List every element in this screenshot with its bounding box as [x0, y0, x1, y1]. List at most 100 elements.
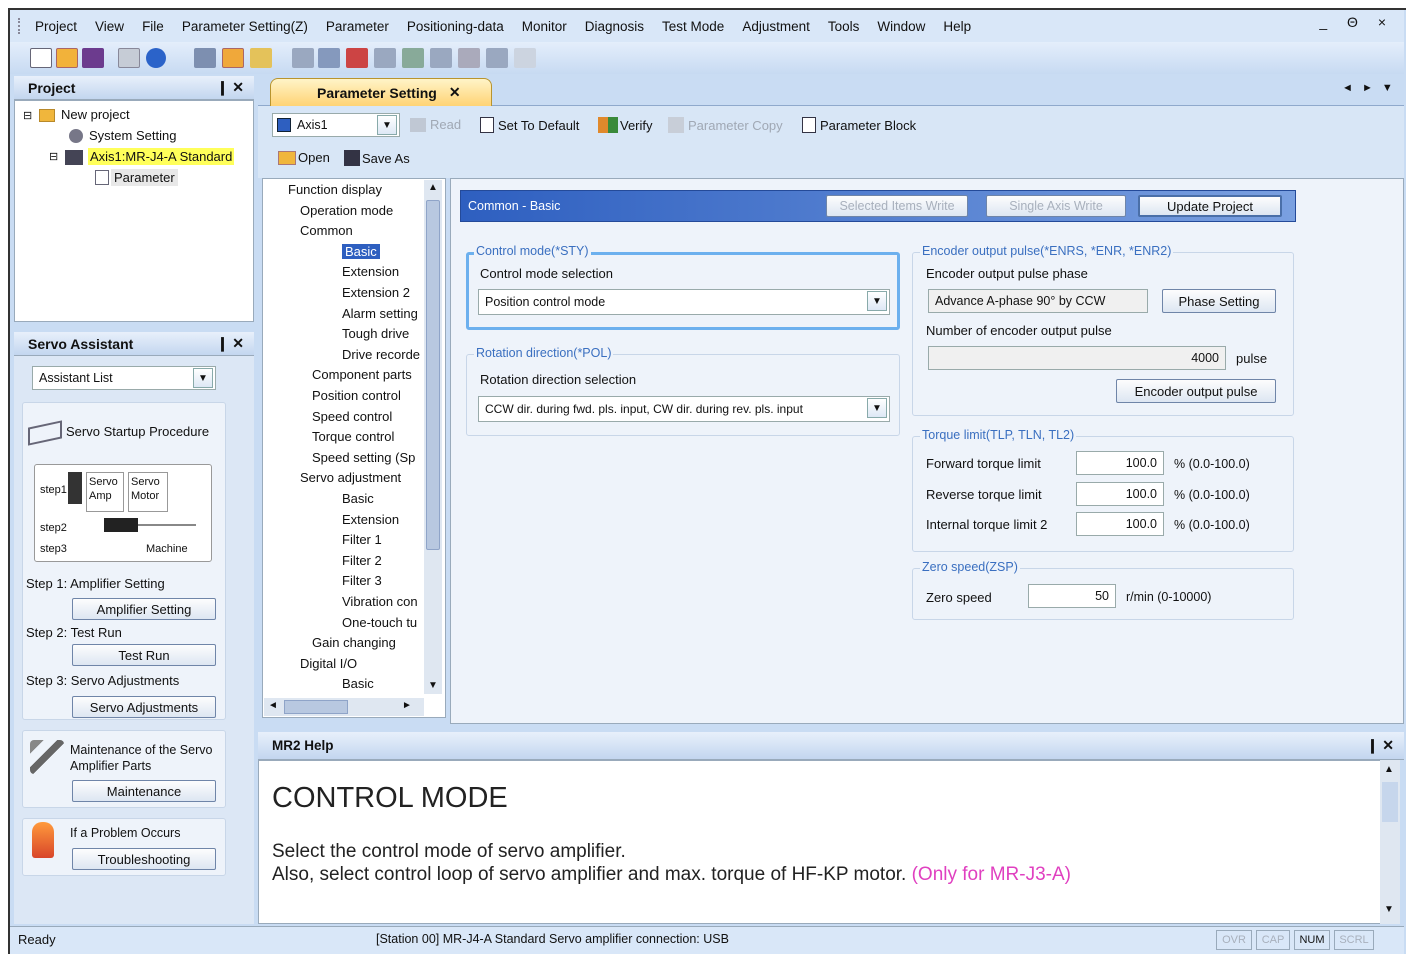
- axis-select[interactable]: Axis1 ▼: [272, 113, 400, 137]
- tree-new-project[interactable]: New project: [61, 107, 130, 122]
- scroll-up-icon[interactable]: ▲: [428, 182, 438, 193]
- menu-view[interactable]: View: [86, 19, 133, 34]
- tree-axis1[interactable]: Axis1:MR-J4-A Standard: [88, 148, 235, 165]
- help-scroll-thumb[interactable]: [1382, 782, 1398, 822]
- menu-adjustment[interactable]: Adjustment: [733, 19, 819, 34]
- troubleshooting-button[interactable]: Troubleshooting: [72, 848, 216, 870]
- adjust-icon[interactable]: [430, 48, 452, 68]
- tree-scroll-thumb[interactable]: [426, 200, 440, 550]
- tree-hscroll-thumb[interactable]: [284, 700, 348, 714]
- update-project-button[interactable]: Update Project: [1138, 195, 1282, 217]
- help-icon[interactable]: [146, 48, 166, 68]
- save-as-button[interactable]: Save As: [344, 150, 410, 166]
- reverse-torque-input[interactable]: 100.0: [1076, 482, 1164, 506]
- function-tree-item[interactable]: Basic: [342, 491, 374, 506]
- parameter-block-button[interactable]: Parameter Block: [802, 117, 916, 133]
- tab-nav[interactable]: ◄ ► ▼: [1342, 82, 1396, 94]
- menu-test-mode[interactable]: Test Mode: [653, 19, 733, 34]
- chevron-down-icon[interactable]: ▼: [867, 398, 887, 418]
- function-tree-item[interactable]: Vibration con: [342, 594, 418, 609]
- maintenance-button[interactable]: Maintenance: [72, 780, 216, 802]
- menu-monitor[interactable]: Monitor: [513, 19, 576, 34]
- menu-project[interactable]: Project: [26, 19, 86, 34]
- function-tree-item[interactable]: Position control: [312, 388, 401, 403]
- rotation-select[interactable]: CCW dir. during fwd. pls. input, CW dir.…: [478, 396, 890, 422]
- menu-window[interactable]: Window: [868, 19, 934, 34]
- zero-speed-input[interactable]: 50: [1028, 584, 1116, 608]
- scroll-down-icon[interactable]: ▼: [1384, 904, 1394, 915]
- function-tree-item[interactable]: Basic: [342, 243, 380, 259]
- test-run-button[interactable]: Test Run: [72, 644, 216, 666]
- scroll-left-icon[interactable]: ◄: [268, 700, 278, 711]
- function-tree-item[interactable]: Digital I/O: [300, 656, 357, 671]
- pin-close-icon[interactable]: ❙ ✕: [217, 79, 244, 96]
- function-tree-item[interactable]: Basic: [342, 676, 374, 691]
- function-tree-item[interactable]: Speed setting (Sp: [312, 450, 415, 465]
- open-icon[interactable]: [56, 48, 78, 68]
- tree-parameter[interactable]: Parameter: [111, 169, 178, 186]
- function-tree-item[interactable]: Gain changing: [312, 635, 396, 650]
- collapse-icon[interactable]: ⊟: [49, 150, 58, 163]
- function-tree-item[interactable]: Tough drive: [342, 326, 409, 341]
- window-controls[interactable]: _ Θ ×: [1319, 14, 1394, 30]
- function-tree-item[interactable]: Drive recorde: [342, 347, 420, 362]
- collapse-icon[interactable]: ⊟: [23, 109, 32, 122]
- scroll-down-icon[interactable]: ▼: [428, 680, 438, 691]
- pin-close-icon[interactable]: ❙ ✕: [217, 335, 244, 352]
- tree-system-setting[interactable]: System Setting: [89, 128, 176, 143]
- scroll-up-icon[interactable]: ▲: [1384, 764, 1394, 775]
- verify-button[interactable]: Verify: [598, 117, 653, 133]
- menu-tools[interactable]: Tools: [819, 19, 869, 34]
- forward-torque-input[interactable]: 100.0: [1076, 451, 1164, 475]
- tab-parameter-setting[interactable]: Parameter Setting ✕: [270, 78, 492, 106]
- menu-positioning-data[interactable]: Positioning-data: [398, 19, 513, 34]
- chevron-down-icon[interactable]: ▼: [377, 115, 397, 135]
- test-icon[interactable]: [402, 48, 424, 68]
- connection-icon[interactable]: [194, 48, 216, 68]
- function-tree-item[interactable]: Operation mode: [300, 203, 393, 218]
- function-tree-item[interactable]: Filter 2: [342, 553, 382, 568]
- function-tree-item[interactable]: Alarm setting: [342, 306, 418, 321]
- function-tree-item[interactable]: Component parts: [312, 367, 412, 382]
- function-tree-item[interactable]: One-touch tu: [342, 615, 417, 630]
- function-tree-item[interactable]: Extension: [342, 264, 399, 279]
- function-tree-item[interactable]: Function display: [288, 182, 382, 197]
- function-tree-item[interactable]: Extension: [342, 512, 399, 527]
- chevron-down-icon[interactable]: ▼: [193, 368, 213, 388]
- tuning-icon[interactable]: [458, 48, 480, 68]
- internal-torque-input[interactable]: 100.0: [1076, 512, 1164, 536]
- print-icon[interactable]: [118, 48, 140, 68]
- encoder-output-pulse-button[interactable]: Encoder output pulse: [1116, 379, 1276, 403]
- function-tree-item[interactable]: Extension 2: [342, 285, 410, 300]
- function-tree-item[interactable]: Filter 3: [342, 573, 382, 588]
- chevron-down-icon[interactable]: ▼: [867, 291, 887, 311]
- pin-close-icon[interactable]: ❙ ✕: [1367, 737, 1394, 754]
- menu-file[interactable]: File: [133, 19, 173, 34]
- function-tree-item[interactable]: Common: [300, 223, 353, 238]
- set-to-default-button[interactable]: Set To Default: [480, 117, 579, 133]
- open-button[interactable]: Open: [278, 150, 330, 165]
- assistant-select[interactable]: Assistant List ▼: [32, 366, 216, 390]
- function-tree-item[interactable]: Servo adjustment: [300, 470, 401, 485]
- close-icon[interactable]: ✕: [449, 84, 461, 101]
- graph-icon[interactable]: [318, 48, 340, 68]
- alarm-icon[interactable]: [346, 48, 368, 68]
- new-icon[interactable]: [30, 48, 52, 68]
- menu-diagnosis[interactable]: Diagnosis: [576, 19, 653, 34]
- diagnosis-icon[interactable]: [374, 48, 396, 68]
- scroll-right-icon[interactable]: ►: [402, 700, 412, 711]
- control-mode-select[interactable]: Position control mode ▼: [478, 289, 890, 315]
- menu-help[interactable]: Help: [934, 19, 980, 34]
- setting-icon[interactable]: [222, 48, 244, 68]
- parameter-icon[interactable]: [250, 48, 272, 68]
- function-tree-item[interactable]: Filter 1: [342, 532, 382, 547]
- function-tree-item[interactable]: Speed control: [312, 409, 392, 424]
- amplifier-setting-button[interactable]: Amplifier Setting: [72, 598, 216, 620]
- phase-setting-button[interactable]: Phase Setting: [1162, 289, 1276, 313]
- servo-adjustments-button[interactable]: Servo Adjustments: [72, 696, 216, 718]
- tool-icon[interactable]: [486, 48, 508, 68]
- menu-parameter-setting[interactable]: Parameter Setting(Z): [173, 19, 317, 34]
- monitor-icon[interactable]: [292, 48, 314, 68]
- function-tree-item[interactable]: Torque control: [312, 429, 394, 444]
- menu-parameter[interactable]: Parameter: [317, 19, 398, 34]
